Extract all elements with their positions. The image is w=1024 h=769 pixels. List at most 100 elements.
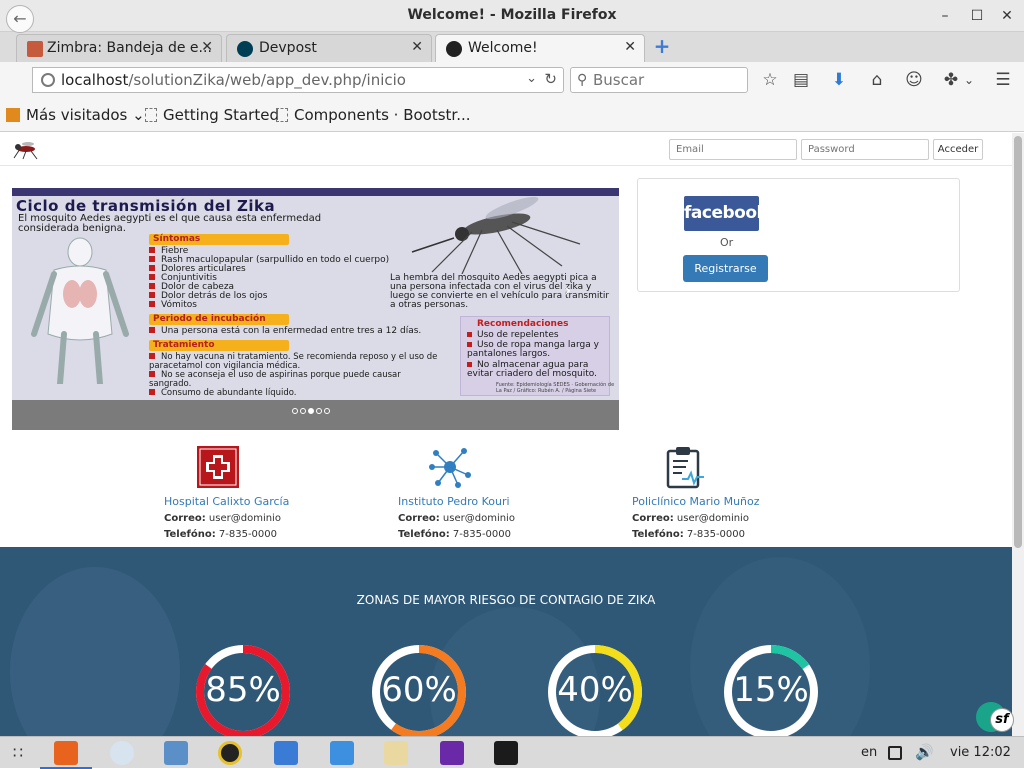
volume-icon[interactable]: 🔊	[915, 743, 934, 761]
transmission-note: La hembra del mosquito Aedes aegypti pic…	[390, 273, 610, 310]
document-icon[interactable]	[330, 741, 354, 765]
login-button[interactable]: Acceder	[933, 139, 983, 160]
symptom-item: Vómitos	[149, 301, 197, 310]
search-input[interactable]	[593, 70, 743, 90]
back-button[interactable]: ←	[6, 5, 34, 33]
ring-percentage-label: 15%	[733, 670, 809, 710]
minimize-button[interactable]: –	[934, 5, 956, 27]
downloads-icon[interactable]: ⬇	[828, 69, 850, 91]
bookmark-getting-started[interactable]: Getting Started	[145, 106, 279, 124]
files-icon[interactable]	[274, 741, 298, 765]
keyboard-language[interactable]: en	[861, 745, 877, 760]
or-label: Or	[720, 236, 734, 249]
bookmarks-bar: Más visitados ⌄ Getting Started Componen…	[0, 98, 1024, 132]
search-bar[interactable]: ⚲	[570, 67, 748, 93]
hospital-phone: Telefóno: 7-835-0000	[398, 529, 512, 540]
page-icon	[276, 108, 288, 122]
close-tab-icon[interactable]: ✕	[624, 39, 636, 55]
symfony-toolbar-icon[interactable]: sf	[990, 708, 1014, 732]
chat-icon[interactable]: ☺	[903, 69, 925, 91]
tab-label: Devpost	[259, 40, 317, 56]
notes-icon[interactable]	[384, 741, 408, 765]
scrollbar-thumb[interactable]	[1014, 136, 1022, 548]
close-tab-icon[interactable]: ✕	[201, 39, 213, 55]
close-tab-icon[interactable]: ✕	[411, 39, 423, 55]
email-field[interactable]	[669, 139, 797, 160]
tab-strip: Zimbra: Bandeja de e... ✕ Devpost ✕ Welc…	[0, 32, 1024, 62]
section-sintomas: Síntomas	[149, 234, 289, 245]
risk-percentage-ring: 60%	[369, 642, 469, 736]
back-arrow-icon: ←	[13, 9, 27, 28]
hospital-link[interactable]: Hospital Calixto García	[164, 495, 289, 508]
reading-list-icon[interactable]: ▤	[790, 69, 812, 91]
terminal-icon[interactable]	[494, 741, 518, 765]
register-button[interactable]: Registrarse	[683, 255, 768, 282]
carousel-indicator[interactable]	[316, 408, 322, 414]
ring-percentage-label: 85%	[205, 670, 281, 710]
hospital-email: Correo: user@dominio	[164, 513, 281, 524]
recommendation-item: No almacenar agua para evitar criadero d…	[467, 361, 607, 379]
home-icon[interactable]: ⌂	[866, 69, 888, 91]
treatment-item: Consumo de abundante líquido.	[149, 389, 297, 398]
bookmark-most-visited[interactable]: Más visitados ⌄	[6, 106, 145, 124]
bookmark-folder-icon	[6, 108, 20, 122]
menu-icon[interactable]: ☰	[992, 69, 1014, 91]
hospital-email: Correo: user@dominio	[632, 513, 749, 524]
tab-devpost[interactable]: Devpost ✕	[226, 34, 432, 62]
new-tab-button[interactable]: +	[652, 36, 672, 56]
zika-infographic-slide: Ciclo de transmisión del Zika El mosquit…	[12, 188, 619, 400]
carousel-indicator[interactable]	[292, 408, 298, 414]
tab-zimbra[interactable]: Zimbra: Bandeja de e... ✕	[16, 34, 222, 62]
window-switcher-icon[interactable]	[888, 746, 902, 760]
tab-welcome[interactable]: Welcome! ✕	[435, 34, 645, 62]
hospital-link[interactable]: Instituto Pedro Kouri	[398, 495, 510, 508]
risk-zones-title: ZONAS DE MAYOR RIESGO DE CONTAGIO DE ZIK…	[356, 593, 656, 607]
media-player-icon[interactable]	[218, 741, 242, 765]
atom-network-icon	[429, 448, 471, 488]
thunderbird-icon[interactable]	[110, 741, 134, 765]
url-bar[interactable]: localhost/solutionZika/web/app_dev.php/i…	[32, 67, 564, 93]
carousel-indicator[interactable]	[308, 408, 314, 414]
clock[interactable]: vie 12:02	[950, 745, 1011, 760]
risk-percentage-ring: 15%	[721, 642, 821, 736]
social-login-panel: facebook Or Registrarse	[637, 178, 960, 292]
recommendation-item: Uso de repelentes	[467, 331, 607, 340]
devpost-icon	[237, 41, 253, 57]
section-tratamiento: Tratamiento	[149, 340, 289, 351]
chevron-down-icon[interactable]: ⌄	[526, 71, 537, 86]
maximize-button[interactable]: ☐	[966, 5, 988, 27]
reload-icon[interactable]: ↻	[544, 70, 557, 88]
slide-credit: Fuente: Epidemiología SEDES · Gobernació…	[496, 382, 615, 394]
page-viewport: Acceder Ciclo de transmisión del Zika El…	[0, 133, 1012, 736]
search-icon: ⚲	[577, 72, 588, 88]
carousel-indicator[interactable]	[300, 408, 306, 414]
url-text: localhost/solutionZika/web/app_dev.php/i…	[61, 71, 406, 89]
ring-percentage-label: 60%	[381, 670, 457, 710]
bookmark-star-icon[interactable]: ☆	[759, 69, 781, 91]
hospital-link[interactable]: Policlínico Mario Muñoz	[632, 495, 760, 508]
ring-percentage-label: 40%	[557, 670, 633, 710]
medical-clipboard-icon	[666, 447, 704, 489]
window-title: Welcome! - Mozilla Firefox	[407, 7, 617, 23]
password-field[interactable]	[801, 139, 929, 160]
risk-zones-section: ZONAS DE MAYOR RIESGO DE CONTAGIO DE ZIK…	[0, 547, 1012, 736]
mosquito-logo-icon[interactable]	[10, 139, 40, 161]
carousel[interactable]: Ciclo de transmisión del Zika El mosquit…	[12, 188, 619, 430]
carousel-indicator[interactable]	[324, 408, 330, 414]
section-incubacion: Periodo de incubación	[149, 314, 289, 325]
chat-app-icon[interactable]	[164, 741, 188, 765]
facebook-login-button[interactable]: facebook	[684, 196, 768, 231]
bookmark-components[interactable]: Components · Bootstr...	[276, 106, 471, 124]
os-taskbar: ∷ en 🔊 vie 12:02	[0, 736, 1024, 769]
carousel-next-icon[interactable]: ›	[564, 280, 571, 301]
phpstorm-icon[interactable]	[440, 741, 464, 765]
extension-dropdown-icon[interactable]: ⌄	[958, 69, 980, 91]
close-window-button[interactable]: ✕	[996, 5, 1018, 27]
hospital-email: Correo: user@dominio	[398, 513, 515, 524]
symfony-icon	[446, 41, 462, 57]
app-grid-icon[interactable]: ∷	[6, 741, 30, 765]
firefox-icon[interactable]	[54, 741, 78, 765]
recommendation-item: Uso de ropa manga larga y pantalones lar…	[467, 341, 607, 359]
treatment-item: No se aconseja el uso de aspirinas porqu…	[149, 371, 439, 389]
chevron-down-icon: ⌄	[132, 106, 145, 124]
